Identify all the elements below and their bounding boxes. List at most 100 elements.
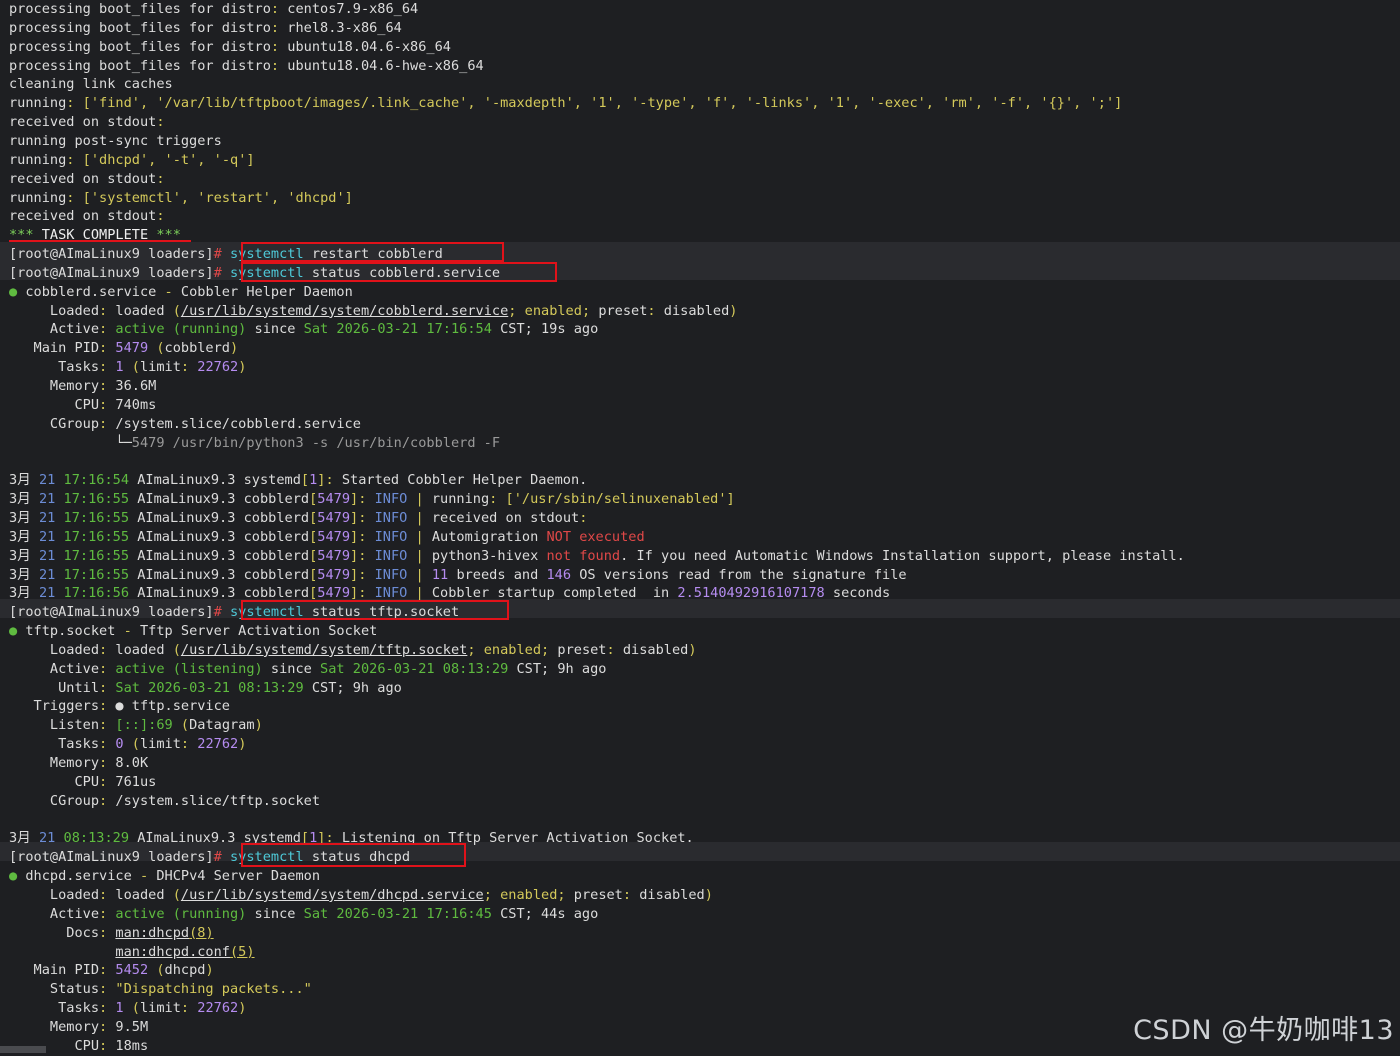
terminal-text: "Dispatching packets..." [115, 981, 312, 998]
terminal-text: not found [546, 547, 621, 564]
terminal-text: ] [350, 585, 359, 602]
terminal-text: disabled [663, 302, 730, 319]
terminal-text: Cobbler Helper Daemon [180, 283, 353, 300]
terminal-text: ', ' [262, 189, 296, 206]
terminal-text: ( [156, 340, 165, 357]
terminal-text: ( [172, 886, 181, 903]
terminal-window[interactable]: processing boot_files for distro: centos… [0, 0, 1400, 1054]
terminal-text: ; [467, 641, 484, 658]
terminal-text: Status [9, 981, 100, 998]
terminal-text: 21 [38, 472, 64, 489]
terminal-text: 22762 [197, 359, 239, 376]
terminal-line: 3月 21 17:16:55 AImaLinux9.3 cobblerd[547… [9, 528, 645, 547]
terminal-text: : [99, 396, 116, 413]
terminal-text: ) [688, 641, 697, 658]
terminal-text: ', ' [189, 151, 222, 168]
terminal-text: INFO [374, 566, 416, 583]
terminal-line: Tasks: 1 (limit: 22762) [9, 358, 246, 377]
terminal-line: running post-sync triggers [9, 132, 222, 151]
terminal-text: : [99, 981, 116, 998]
terminal-text: Listen [9, 717, 100, 734]
terminal-text: 21 [38, 566, 64, 583]
terminal-text: OS versions read from the signature file [579, 566, 907, 583]
terminal-text: preset [573, 886, 623, 903]
terminal-text: Sat 2026-03-21 17:16:54 [303, 321, 501, 338]
terminal-text: : [99, 359, 116, 376]
terminal-text: : [99, 378, 116, 394]
terminal-text: ', ' [917, 95, 951, 112]
terminal-text: : [99, 773, 116, 790]
terminal-text: received on stdout [431, 509, 580, 526]
terminal-text: [ [300, 472, 310, 489]
terminal-text: - [123, 623, 140, 640]
terminal-text: 22762 [197, 736, 239, 753]
terminal-text: 1 [115, 359, 132, 376]
terminal-text: AImaLinux9.3 cobblerd [137, 547, 310, 564]
terminal-text: received on stdout [9, 114, 157, 131]
terminal-text: ) [254, 717, 263, 734]
terminal-text: processing boot_files for distro [9, 1, 271, 17]
terminal-text: man:dhcpd.conf [115, 943, 230, 960]
terminal-text: [root@AImaLinux9 loaders] [9, 246, 214, 263]
terminal-text: | [415, 585, 432, 602]
terminal-text: | [415, 566, 432, 583]
terminal-text: -f [999, 95, 1016, 112]
terminal-line: running: ['systemctl', 'restart', 'dhcpd… [9, 189, 353, 208]
terminal-text: active [115, 905, 173, 922]
terminal-text: since [254, 321, 304, 338]
terminal-text: 3月 [9, 528, 39, 545]
terminal-text: Until [9, 679, 100, 696]
terminal-text: '] [238, 151, 255, 168]
terminal-text: ; [541, 641, 558, 658]
terminal-text: [::]:69 [115, 717, 181, 734]
terminal-text: : [99, 698, 116, 715]
terminal-text: # [213, 264, 230, 281]
terminal-text: ) [238, 359, 247, 376]
terminal-text: 5479 [115, 340, 157, 357]
terminal-text: Tasks [9, 736, 100, 753]
task-complete-underline [9, 240, 191, 242]
terminal-text: dhcpd.service [25, 868, 140, 885]
terminal-text: preset [557, 641, 607, 658]
terminal-line: ● cobblerd.service - Cobbler Helper Daem… [9, 283, 353, 302]
terminal-text: Loaded [9, 641, 100, 658]
terminal-text: : [358, 547, 375, 564]
terminal-text: Active [9, 660, 100, 677]
terminal-text: ', ' [721, 95, 754, 112]
terminal-text: Docs [9, 924, 100, 941]
terminal-text: 3月 [9, 830, 39, 847]
horizontal-scrollbar-thumb[interactable] [0, 1046, 46, 1053]
terminal-text: (running) [172, 905, 255, 922]
terminal-text: 1 [598, 95, 607, 112]
terminal-text: received on stdout [9, 208, 157, 225]
terminal-text: (running) [172, 321, 255, 338]
terminal-text: 761us [115, 773, 157, 790]
terminal-text: since [254, 905, 304, 922]
terminal-text: ', ' [172, 189, 206, 206]
terminal-text: ] [350, 566, 359, 583]
terminal-text: 9.5M [115, 1018, 149, 1035]
terminal-text: Loaded [9, 886, 100, 903]
terminal-line: cleaning link caches [9, 75, 173, 94]
terminal-text: : [99, 755, 116, 771]
terminal-text: /system.slice/tftp.socket [115, 792, 321, 809]
terminal-text: : [270, 57, 288, 74]
terminal-text: 146 [546, 566, 580, 583]
terminal-text: AImaLinux9.3 cobblerd [137, 491, 310, 508]
terminal-line: Memory: 36.6M [9, 377, 156, 396]
terminal-line: Docs: man:dhcpd(8) [9, 924, 213, 943]
terminal-line: Listen: [::]:69 (Datagram) [9, 716, 263, 735]
terminal-text: Tftp Server Activation Socket [139, 623, 378, 640]
terminal-text: AImaLinux9.3 systemd [137, 472, 301, 489]
terminal-text: ', ' [1015, 95, 1049, 112]
terminal-text: 3月 [9, 566, 39, 583]
terminal-line: Tasks: 0 (limit: 22762) [9, 735, 246, 754]
terminal-text: INFO [374, 491, 416, 508]
terminal-line: 3月 21 17:16:55 AImaLinux9.3 cobblerd[547… [9, 566, 907, 585]
terminal-text: DHCPv4 Server Daemon [156, 868, 321, 885]
terminal-text: ; [483, 886, 501, 903]
terminal-line: running: ['dhcpd', '-t', '-q'] [9, 151, 255, 170]
terminal-text: '] [1105, 95, 1123, 112]
terminal-text: : [' [66, 151, 100, 168]
